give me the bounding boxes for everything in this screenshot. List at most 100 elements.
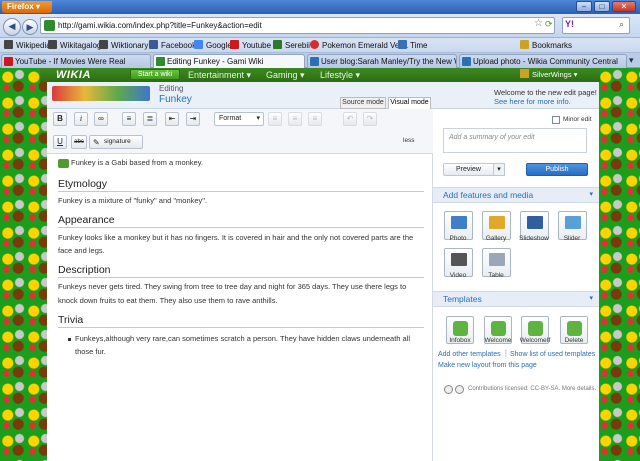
align-left-icon[interactable]: ≡ bbox=[268, 112, 282, 126]
pokeball-icon bbox=[310, 40, 319, 49]
features-media-header[interactable]: Add features and media ▾ bbox=[433, 187, 599, 203]
serebii-icon bbox=[273, 40, 282, 49]
align-center-icon[interactable]: ≡ bbox=[288, 112, 302, 126]
forward-button[interactable]: ▶ bbox=[22, 19, 38, 35]
make-new-layout-link[interactable]: Make new layout from this page bbox=[438, 362, 537, 369]
bookmark-pokemon-emerald[interactable]: Pokemon Emerald Ver... bbox=[310, 38, 408, 53]
indent-icon[interactable]: ⇥ bbox=[186, 112, 200, 126]
video-icon bbox=[451, 253, 467, 266]
wikitagalog-icon bbox=[48, 40, 57, 49]
slideshow-icon bbox=[527, 216, 543, 229]
description-text-line-1: Funkeys never gets tired. They swing fro… bbox=[58, 282, 407, 291]
tab-list-arrow-icon[interactable]: ▾ bbox=[629, 55, 634, 66]
bookmark-time[interactable]: Time bbox=[398, 38, 427, 53]
italic-button[interactable]: i bbox=[74, 112, 88, 126]
minor-edit-checkbox[interactable] bbox=[552, 116, 560, 124]
tab-youtube[interactable]: YouTube - If Movies Were Real bbox=[1, 54, 151, 68]
firefox-menu-label: Firefox bbox=[7, 2, 34, 11]
username: SilverWings bbox=[532, 70, 572, 79]
tab-editing-funkey[interactable]: Editing Funkey - Gami Wiki bbox=[153, 54, 305, 69]
align-right-icon[interactable]: ≡ bbox=[308, 112, 322, 126]
nav-label: Entertainment bbox=[188, 70, 245, 80]
bookmark-wikipedia[interactable]: Wikipedia bbox=[4, 38, 51, 53]
bookmark-youtube[interactable]: Youtube bbox=[230, 38, 271, 53]
bookmark-label: Youtube bbox=[242, 41, 272, 50]
monkey-image-icon[interactable] bbox=[58, 159, 69, 168]
appearance-text-line-1: Funkey looks like a monkey but it has no… bbox=[58, 233, 414, 242]
bookmark-google[interactable]: Google bbox=[194, 38, 232, 53]
minimize-button[interactable]: – bbox=[576, 1, 592, 12]
back-button[interactable]: ◀ bbox=[3, 18, 21, 36]
redo-icon[interactable]: ↷ bbox=[363, 112, 377, 126]
bookmark-star-icon[interactable]: ☆ bbox=[534, 18, 543, 29]
url-text[interactable]: http://gami.wikia.com/index.php?title=Fu… bbox=[58, 18, 262, 33]
features-media-title: Add features and media bbox=[443, 190, 534, 200]
time-icon bbox=[398, 40, 407, 49]
source-mode-tab[interactable]: Source mode bbox=[340, 97, 386, 109]
underline-button[interactable]: U bbox=[53, 135, 67, 149]
cc-icon bbox=[444, 385, 453, 394]
templates-header[interactable]: Templates ▾ bbox=[433, 291, 599, 307]
video-label: Video bbox=[449, 272, 467, 279]
maximize-button[interactable]: □ bbox=[594, 1, 610, 12]
youtube-icon bbox=[4, 57, 13, 66]
numbered-list-icon[interactable]: ≣ bbox=[143, 112, 157, 126]
wiki-wordmark-logo[interactable] bbox=[52, 86, 150, 101]
tab-label: Upload photo - Wikia Community Central bbox=[473, 57, 618, 66]
reload-icon[interactable]: ⟳ bbox=[545, 19, 553, 30]
edit-summary-input[interactable]: Add a summary of your edit bbox=[443, 128, 587, 153]
user-menu[interactable]: SilverWings ▾ bbox=[520, 68, 577, 82]
visual-mode-tab[interactable]: Visual mode bbox=[388, 97, 431, 109]
nav-entertainment[interactable]: Entertainment ▾ bbox=[188, 68, 251, 82]
outdent-icon[interactable]: ⇤ bbox=[165, 112, 179, 126]
signature-button[interactable]: ✎ signature bbox=[89, 135, 143, 149]
youtube-icon bbox=[230, 40, 239, 49]
pen-icon: ✎ bbox=[93, 138, 100, 147]
template-welcome-label: Welcome bbox=[484, 337, 512, 344]
bullet-list-icon[interactable]: ≡ bbox=[122, 112, 136, 126]
preview-label: Preview bbox=[456, 166, 481, 173]
publish-button[interactable]: Publish bbox=[526, 163, 588, 176]
start-a-wiki-button[interactable]: Start a wiki bbox=[130, 69, 180, 80]
tab-user-blog[interactable]: User blog:Sarah Manley/Try the New W... bbox=[307, 54, 457, 68]
bookmark-facebook[interactable]: Facebook bbox=[149, 38, 196, 53]
gallery-icon bbox=[489, 216, 505, 229]
see-here-link[interactable]: See here for more info. bbox=[494, 97, 571, 106]
table-icon bbox=[489, 253, 505, 266]
undo-icon[interactable]: ↶ bbox=[343, 112, 357, 126]
chevron-down-icon: ▾ bbox=[256, 115, 260, 122]
photo-label: Photo bbox=[449, 235, 467, 242]
bold-button[interactable]: B bbox=[53, 112, 67, 126]
license-text: Contributions licensed: CC-BY-SA. More d… bbox=[468, 386, 597, 392]
bullet-icon bbox=[68, 338, 71, 341]
link-icon[interactable]: ∞ bbox=[94, 112, 108, 126]
bookmark-label: Wiktionary bbox=[111, 41, 149, 50]
tab-upload-photo[interactable]: Upload photo - Wikia Community Central bbox=[459, 54, 627, 68]
bookmark-label: Pokemon Emerald Ver... bbox=[322, 41, 409, 50]
bookmarks-menu[interactable]: Bookmarks bbox=[520, 38, 572, 53]
firefox-menu-button[interactable]: Firefox ▾ bbox=[2, 1, 52, 13]
strikethrough-button[interactable]: abc bbox=[71, 135, 87, 149]
preview-dropdown-icon[interactable]: ▾ bbox=[493, 163, 505, 176]
photo-icon bbox=[451, 216, 467, 229]
wikipedia-icon bbox=[4, 40, 13, 49]
show-used-templates-link[interactable]: Show list of used templates bbox=[510, 351, 595, 358]
intro-text: Funkey is a Gabi based from a monkey. bbox=[71, 158, 204, 167]
less-toggle[interactable]: less bbox=[403, 137, 415, 144]
bookmark-serebii[interactable]: Serebii bbox=[273, 38, 310, 53]
nav-gaming[interactable]: Gaming ▾ bbox=[266, 68, 305, 82]
search-icon[interactable]: ⌕ bbox=[619, 19, 624, 30]
add-other-templates-link[interactable]: Add other templates bbox=[438, 351, 501, 358]
bookmark-wiktionary[interactable]: Wiktionary bbox=[99, 38, 148, 53]
avatar bbox=[520, 69, 529, 78]
close-window-button[interactable]: ✕ bbox=[612, 1, 636, 12]
format-select[interactable]: Format ▾ bbox=[214, 112, 264, 126]
site-identity-icon[interactable] bbox=[44, 20, 55, 31]
format-select-label: Format bbox=[219, 115, 242, 122]
slideshow-label: Slideshow bbox=[519, 235, 549, 242]
nav-lifestyle[interactable]: Lifestyle ▾ bbox=[320, 68, 360, 82]
wikia-logo[interactable]: WIKIA bbox=[56, 68, 91, 82]
wiktionary-icon bbox=[99, 40, 108, 49]
templates-title: Templates bbox=[443, 294, 482, 304]
bookmark-wikitagalog[interactable]: Wikitagalog bbox=[48, 38, 101, 53]
